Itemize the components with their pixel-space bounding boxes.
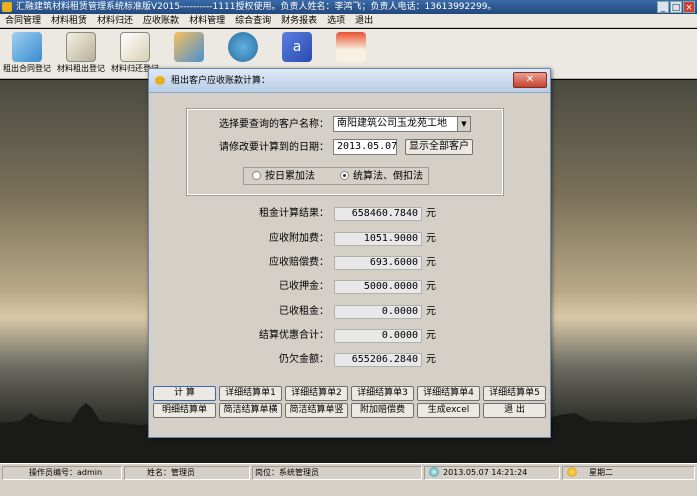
window-controls: _ □ × <box>657 1 695 13</box>
extra-fee-value: 1051.9000 <box>334 232 422 246</box>
customer-label: 选择要查询的客户名称： <box>219 119 329 130</box>
app-icon <box>2 2 12 12</box>
tool-contract-register[interactable]: 租出合同登记 <box>1 31 53 77</box>
extra-fee-unit: 元 <box>426 233 436 244</box>
radio-daily-accumulate[interactable]: 按日累加法 <box>252 170 315 183</box>
compensation-value: 693.6000 <box>334 256 422 270</box>
rent-result-value: 658460.7840 <box>334 207 422 221</box>
received-rent-value: 0.0000 <box>334 305 422 319</box>
method-radio-group: 按日累加法 统算法、倒扣法 <box>243 167 429 185</box>
home-icon <box>336 32 366 62</box>
weekday-value: 星期二 <box>589 468 613 477</box>
dialog-titlebar: 租出客户应收账款计算： ✕ <box>149 69 550 93</box>
menu-return[interactable]: 材料归还 <box>92 14 138 27</box>
discount-total-unit: 元 <box>426 330 436 341</box>
menu-reports[interactable]: 财务报表 <box>276 14 322 27</box>
settings-globe-icon <box>228 32 258 62</box>
dialog-close-icon[interactable]: ✕ <box>513 72 547 88</box>
date-input[interactable]: 2013.05.07 <box>333 139 397 155</box>
radio-statistical-method[interactable]: 统算法、倒扣法 <box>340 170 423 183</box>
operator-id: 操作员编号：admin <box>2 466 122 480</box>
detail-statement-3-button[interactable]: 详细结算单3 <box>351 386 414 401</box>
status-bar: 操作员编号：admin 姓名：管理员 岗位：系统管理员 2013.05.07 1… <box>0 463 697 496</box>
customer-select[interactable]: 南阳建筑公司玉龙苑工地 ▼ <box>333 116 471 132</box>
outstanding-value: 655206.2840 <box>334 353 422 367</box>
show-all-customers-button[interactable]: 显示全部客户 <box>405 139 473 155</box>
minimize-icon[interactable]: _ <box>657 1 669 13</box>
menu-exit[interactable]: 退出 <box>350 14 378 27</box>
exit-button[interactable]: 退 出 <box>483 403 546 418</box>
tool-material-rental[interactable]: 材料租出登记 <box>55 31 107 77</box>
detail-statement-1-button[interactable]: 详细结算单1 <box>219 386 282 401</box>
radio-unchecked-icon <box>252 171 261 180</box>
outstanding-unit: 元 <box>426 354 436 365</box>
operator-name: 姓名：管理员 <box>124 466 250 480</box>
detail-statement-4-button[interactable]: 详细结算单4 <box>417 386 480 401</box>
menu-receivables[interactable]: 应收账款 <box>138 14 184 27</box>
rent-result-unit: 元 <box>426 208 436 219</box>
deposit-value: 5000.0000 <box>334 280 422 294</box>
detail-statement-5-button[interactable]: 详细结算单5 <box>483 386 546 401</box>
window-title: 汇融建筑材料租赁管理系统标准版V2015----------1111授权使用。负… <box>16 2 497 12</box>
dialog-icon <box>155 76 165 85</box>
menu-options[interactable]: 选项 <box>322 14 350 27</box>
material-return-icon <box>120 32 150 62</box>
customer-select-value: 南阳建筑公司玉龙苑工地 <box>337 118 447 129</box>
menu-materials[interactable]: 材料管理 <box>184 14 230 27</box>
deposit-unit: 元 <box>426 281 436 292</box>
extra-fee-label: 应收附加费： <box>269 233 329 244</box>
sun-icon <box>567 467 577 477</box>
address-book-icon: a <box>282 32 312 62</box>
menu-contract[interactable]: 合同管理 <box>0 14 46 27</box>
button-row-1: 计 算 详细结算单1 详细结算单2 详细结算单3 详细结算单4 详细结算单5 <box>153 386 547 401</box>
button-row-2: 明细结算单 简洁结算单横 简洁结算单竖 附加赔偿费 生成excel 退 出 <box>153 403 547 418</box>
menu-rental[interactable]: 材料租赁 <box>46 14 92 27</box>
date-label: 请修改要计算到的日期： <box>219 142 329 153</box>
calculate-button[interactable]: 计 算 <box>153 386 216 401</box>
rent-result-label: 租金计算结果： <box>259 208 329 219</box>
compensation-unit: 元 <box>426 257 436 268</box>
simple-statement-landscape-button[interactable]: 简洁结算单横 <box>219 403 282 418</box>
clock-icon <box>429 467 439 477</box>
received-rent-unit: 元 <box>426 306 436 317</box>
radio-checked-icon <box>340 171 349 180</box>
weekday-cell: 星期二 <box>562 466 695 480</box>
material-rental-icon <box>66 32 96 62</box>
discount-total-label: 结算优惠合计： <box>259 330 329 341</box>
itemized-statement-button[interactable]: 明细结算单 <box>153 403 216 418</box>
main-window-titlebar: 汇融建筑材料租赁管理系统标准版V2015----------1111授权使用。负… <box>0 0 697 14</box>
menu-query[interactable]: 综合查询 <box>230 14 276 27</box>
discount-total-value: 0.0000 <box>334 329 422 343</box>
datetime-value: 2013.05.07 14:21:24 <box>443 468 528 477</box>
generate-excel-button[interactable]: 生成excel <box>417 403 480 418</box>
simple-statement-portrait-button[interactable]: 简洁结算单竖 <box>285 403 348 418</box>
tools-icon <box>174 32 204 62</box>
close-icon[interactable]: × <box>683 1 695 13</box>
menu-bar: 合同管理 材料租赁 材料归还 应收账款 材料管理 综合查询 财务报表 选项 退出 <box>0 14 697 28</box>
contract-register-icon <box>12 32 42 62</box>
deposit-label: 已收押金： <box>279 281 329 292</box>
received-rent-label: 已收租金： <box>279 306 329 317</box>
receivables-dialog: 租出客户应收账款计算： ✕ 选择要查询的客户名称： 南阳建筑公司玉龙苑工地 ▼ … <box>148 68 551 438</box>
operator-post: 岗位：系统管理员 <box>252 466 422 480</box>
dialog-title: 租出客户应收账款计算： <box>171 76 271 86</box>
chevron-down-icon[interactable]: ▼ <box>457 117 470 131</box>
maximize-icon[interactable]: □ <box>670 1 682 13</box>
additional-compensation-button[interactable]: 附加赔偿费 <box>351 403 414 418</box>
compensation-label: 应收赔偿费： <box>269 257 329 268</box>
detail-statement-2-button[interactable]: 详细结算单2 <box>285 386 348 401</box>
datetime-cell: 2013.05.07 14:21:24 <box>424 466 560 480</box>
outstanding-label: 仍欠金额： <box>279 354 329 365</box>
